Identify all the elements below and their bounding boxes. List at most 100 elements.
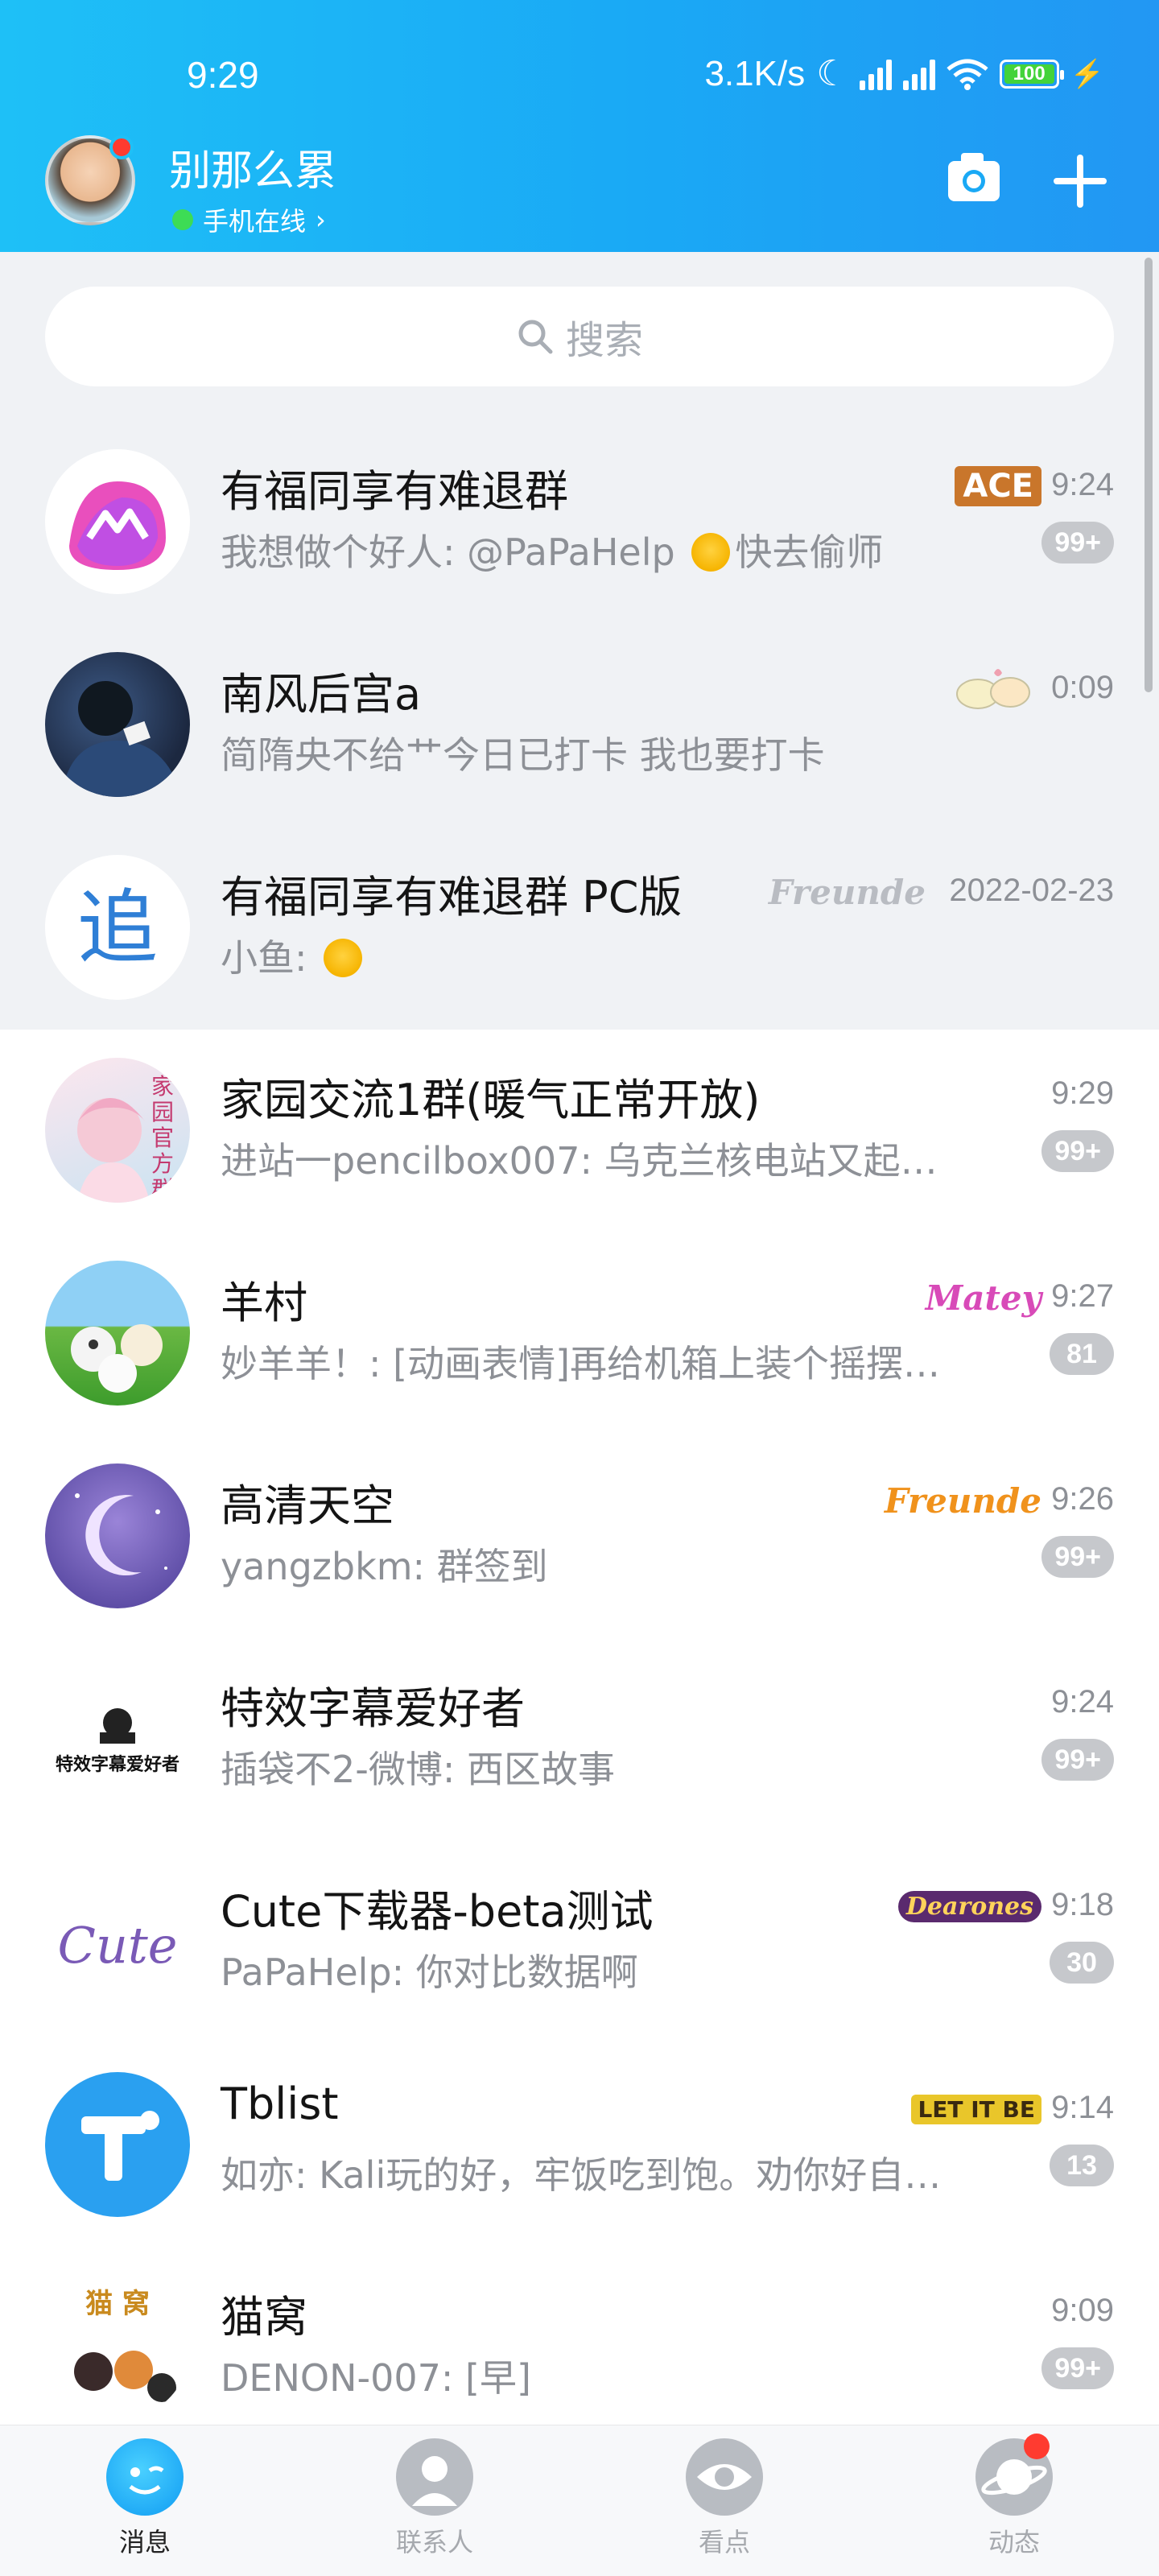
- ace-tag-icon: ACE: [955, 460, 1041, 512]
- tab-messages-label: 消息: [118, 2527, 171, 2557]
- notification-dot: [109, 135, 134, 159]
- chat-preview: DENON-007: [早]: [221, 2356, 531, 2400]
- status-time: 9:29: [187, 54, 259, 96]
- chat-row[interactable]: 南风后宫a 简隋央不给艹今日已打卡 我也要打卡 0:09: [0, 623, 1159, 826]
- chat-title: 特效字幕爱好者: [221, 1683, 525, 1734]
- messages-icon: [106, 2438, 184, 2516]
- chat-preview: yangzbkm: 群签到: [221, 1545, 548, 1588]
- unread-badge: 99+: [1041, 522, 1114, 564]
- chat-avatar: [45, 1463, 190, 1608]
- online-status-label: 手机在线: [203, 206, 307, 237]
- chat-time: 9:14: [1051, 2090, 1114, 2125]
- app-header: 9:29 3.1K/s ☾ 100 ⚡ 别那么累 手机在线 ›: [0, 0, 1159, 252]
- eye-icon: [686, 2438, 763, 2516]
- chat-preview: 插袋不2-微博: 西区故事: [221, 1748, 615, 1791]
- chat-avatar: [45, 1261, 190, 1406]
- chat-avatar: 追: [45, 855, 190, 1000]
- chat-preview: PaPaHelp: 你对比数据啊: [221, 1951, 638, 1994]
- chat-time: 9:09: [1051, 2293, 1114, 2328]
- chat-preview: 妙羊羊！: [动画表情]再给机箱上装个摇摆…: [221, 1342, 941, 1385]
- chat-avatar: [45, 652, 190, 797]
- chat-time: 2022-02-23: [949, 873, 1114, 908]
- chat-time: 9:27: [1051, 1278, 1114, 1314]
- chat-time: 0:09: [1051, 670, 1114, 705]
- chat-row[interactable]: 高清天空 yangzbkm: 群签到 Freunde 9:26 99+: [0, 1435, 1159, 1637]
- grin-emoji-icon: [324, 939, 363, 977]
- chat-title: 羊村: [221, 1278, 307, 1328]
- signal-icon: [859, 58, 892, 90]
- dearones-tag-icon: Dearones: [897, 1880, 1041, 1932]
- status-icons: 3.1K/s ☾ 100 ⚡: [704, 53, 1104, 94]
- chat-avatar: 特效字幕爱好者: [45, 1666, 190, 1811]
- bird-tag-icon: [950, 663, 1038, 715]
- chat-time: 9:29: [1051, 1075, 1114, 1111]
- unread-badge: 13: [1050, 2145, 1114, 2186]
- chat-time: 9:26: [1051, 1481, 1114, 1517]
- online-dot-icon: [172, 209, 193, 230]
- chat-preview: 进站一pencilbox007: 乌克兰核电站又起…: [221, 1139, 938, 1183]
- planet-icon: [975, 2434, 1053, 2516]
- unread-badge: 99+: [1041, 2347, 1114, 2389]
- chat-preview: 小鱼:: [221, 929, 367, 982]
- tab-contacts-label: 联系人: [395, 2527, 473, 2557]
- chat-row[interactable]: 特效字幕爱好者 特效字幕爱好者 插袋不2-微博: 西区故事 9:24 99+: [0, 1637, 1159, 1840]
- chat-row[interactable]: 羊村 妙羊羊！: [动画表情]再给机箱上装个摇摆… Matey 9:27 81: [0, 1232, 1159, 1435]
- search-placeholder: 搜索: [565, 318, 643, 363]
- chat-row[interactable]: 家园官方群 家园交流1群(暖气正常开放) 进站一pencilbox007: 乌克…: [0, 1029, 1159, 1232]
- chat-row[interactable]: Cute Cute下载器-beta测试 PaPaHelp: 你对比数据啊 Dea…: [0, 1840, 1159, 2043]
- chat-row[interactable]: 猫 窝 猫窝 DENON-007: [早] 9:09 99+: [0, 2246, 1159, 2449]
- chat-avatar: 猫 窝: [45, 2275, 190, 2420]
- tab-feed-label: 动态: [988, 2527, 1040, 2557]
- chat-title: 高清天空: [221, 1480, 394, 1531]
- wifi-icon: [947, 59, 988, 90]
- chat-avatar-logo-text: Cute: [57, 1916, 178, 1975]
- contacts-icon: [396, 2438, 473, 2516]
- net-speed: 3.1K/s: [704, 53, 806, 93]
- chat-title: 有福同享有难退群: [221, 466, 568, 517]
- chat-avatar: 家园官方群: [45, 1058, 190, 1203]
- chat-avatar-logo-text: 猫 窝: [85, 2288, 150, 2320]
- chat-title: 有福同享有难退群 PC版: [221, 872, 683, 923]
- chat-title: 猫窝: [221, 2292, 307, 2343]
- chat-avatar: [45, 2072, 190, 2217]
- chat-time: 9:18: [1051, 1887, 1114, 1922]
- unread-badge: 30: [1050, 1942, 1114, 1984]
- plus-icon[interactable]: [1050, 151, 1110, 211]
- charging-icon: ⚡: [1070, 58, 1104, 89]
- tab-contacts[interactable]: 联系人: [354, 2438, 515, 2576]
- chat-avatar: [45, 449, 190, 594]
- profile-name[interactable]: 别那么累: [169, 137, 336, 197]
- notification-dot: [1024, 2434, 1050, 2459]
- chat-title: Cute下载器-beta测试: [221, 1886, 654, 1937]
- tab-feed[interactable]: 动态: [934, 2434, 1095, 2576]
- chat-title: 家园交流1群(暖气正常开放): [221, 1075, 761, 1125]
- unread-badge: 81: [1050, 1333, 1114, 1375]
- camera-icon[interactable]: [947, 148, 1001, 206]
- tab-highlights-label: 看点: [698, 2527, 750, 2557]
- bottom-nav: 消息 联系人 看点 动态: [0, 2425, 1159, 2576]
- unread-badge: 99+: [1041, 1739, 1114, 1781]
- chat-time: 9:24: [1051, 467, 1114, 502]
- chat-preview: 如亦: Kali玩的好，牢饭吃到饱。劝你好自…: [221, 2153, 942, 2197]
- chat-avatar: Cute: [45, 1869, 190, 2014]
- online-status[interactable]: 手机在线 ›: [172, 201, 326, 238]
- chat-row[interactable]: 追 有福同享有难退群 PC版 小鱼: Freunde 2022-02-23: [0, 826, 1159, 1029]
- moon-icon: ☾: [816, 54, 848, 93]
- let-it-be-tag-icon: LET IT BE: [911, 2083, 1041, 2135]
- chat-preview: 我想做个好人: @PaPaHelp 快去偷师: [221, 530, 884, 574]
- chat-row[interactable]: Tblist 如亦: Kali玩的好，牢饭吃到饱。劝你好自… LET IT BE…: [0, 2043, 1159, 2246]
- chat-title: Tblist: [221, 2079, 339, 2129]
- freunde-tag-icon: Freunde: [768, 872, 926, 912]
- chat-avatar-logo-text: 家园官方群: [151, 1073, 175, 1203]
- chat-preview: 简隋央不给艹今日已打卡 我也要打卡: [221, 733, 825, 777]
- chat-time: 9:24: [1051, 1684, 1114, 1719]
- unread-badge: 99+: [1041, 1536, 1114, 1578]
- tab-messages[interactable]: 消息: [64, 2438, 225, 2576]
- matey-tag-icon: Matey: [925, 1278, 1041, 1318]
- unread-badge: 99+: [1041, 1130, 1114, 1172]
- search-input[interactable]: 搜索: [45, 287, 1114, 386]
- tab-highlights[interactable]: 看点: [644, 2438, 805, 2576]
- search-icon: [518, 320, 553, 354]
- battery-icon: 100: [999, 59, 1064, 89]
- chat-row[interactable]: 有福同享有难退群 我想做个好人: @PaPaHelp 快去偷师 ACE 9:24…: [0, 420, 1159, 623]
